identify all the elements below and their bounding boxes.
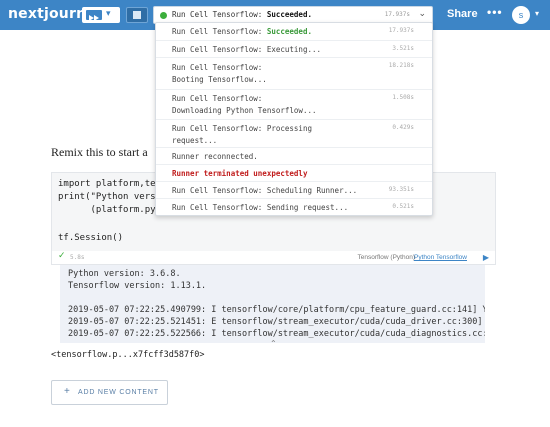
run-status-time: 17.937s	[384, 11, 410, 18]
dropdown-item[interactable]: Run Cell Tensorflow: Executing... 3.521s	[156, 41, 432, 58]
stop-button[interactable]	[126, 7, 148, 23]
dropdown-item[interactable]: Run Cell Tensorflow: Processing request.…	[156, 120, 432, 148]
check-icon: ✓	[58, 251, 66, 261]
dropdown-item[interactable]: Run Cell Tensorflow: Sending request... …	[156, 199, 432, 216]
code-line: import platform,te	[58, 179, 156, 189]
run-status-dropdown: Run Cell Tensorflow: Succeeded. 17.937s …	[155, 22, 433, 216]
collapse-output-icon[interactable]: ⌃	[270, 339, 277, 348]
code-line: (platform.py	[58, 205, 156, 215]
cell-output: Python version: 3.6.8. Tensorflow versio…	[60, 265, 485, 343]
fast-forward-icon	[86, 10, 102, 21]
chevron-down-icon[interactable]: ⌄	[418, 9, 426, 19]
dropdown-item[interactable]: Runner reconnected.	[156, 148, 432, 165]
more-options-icon[interactable]: •••	[487, 5, 503, 19]
status-dot-icon	[160, 12, 167, 19]
dropdown-item[interactable]: Run Cell Tensorflow: Scheduling Runner..…	[156, 182, 432, 199]
environment-link[interactable]: Python Tensorflow	[414, 254, 467, 261]
add-new-content-label: ADD NEW CONTENT	[78, 389, 159, 396]
run-all-button[interactable]: ▾	[82, 7, 120, 23]
code-line: tf.Session()	[58, 233, 124, 243]
code-line: print("Python vers	[58, 192, 156, 202]
avatar[interactable]: s	[512, 6, 530, 24]
output-line: 2019-05-07 07:22:25.490799: I tensorflow…	[68, 305, 485, 315]
stop-icon	[133, 11, 141, 19]
output-line: Python version: 3.6.8.	[68, 269, 181, 279]
dropdown-item[interactable]: Runner terminated unexpectedly	[156, 165, 432, 182]
chevron-down-icon[interactable]: ▾	[106, 9, 111, 19]
remix-text: Remix this to start a	[51, 145, 148, 159]
dropdown-item[interactable]: Run Cell Tensorflow: Downloading Python …	[156, 90, 432, 120]
output-line: 2019-05-07 07:22:25.522566: I tensorflow…	[68, 329, 485, 339]
dropdown-item[interactable]: Run Cell Tensorflow: Succeeded. 17.937s	[156, 23, 432, 41]
chevron-down-icon[interactable]: ▾	[535, 9, 539, 18]
output-line: Tensorflow version: 1.13.1.	[68, 281, 207, 291]
add-new-content-button[interactable]: + ADD NEW CONTENT	[51, 380, 168, 405]
run-status-text: Run Cell Tensorflow: Succeeded.	[172, 10, 312, 19]
cell-result: <tensorflow.p...x7fcff3d587f0>	[51, 350, 205, 360]
plus-icon: +	[64, 386, 70, 397]
run-cell-icon[interactable]: ▶	[483, 253, 489, 262]
share-button[interactable]: Share	[447, 8, 478, 20]
output-line: 2019-05-07 07:22:25.521451: E tensorflow…	[68, 317, 485, 327]
run-duration: 5.8s	[70, 254, 85, 261]
dropdown-item[interactable]: Run Cell Tensorflow: Booting Tensorflow.…	[156, 58, 432, 90]
environment-label: Tensorflow (Python)	[357, 254, 415, 261]
code-cell-footer: ✓ 5.8s Tensorflow (Python) Python Tensor…	[51, 251, 496, 265]
